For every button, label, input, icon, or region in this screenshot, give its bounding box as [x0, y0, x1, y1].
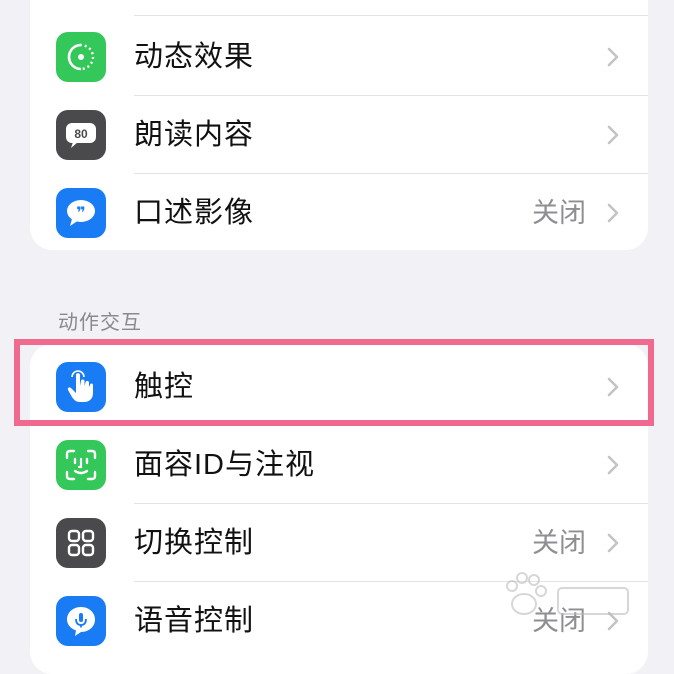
chevron-right-icon: [607, 125, 619, 145]
touch-hand-icon: [56, 362, 106, 412]
switch-control-icon: [56, 518, 106, 568]
voice-control-icon: [56, 596, 106, 646]
row-spoken-content[interactable]: 80 朗读内容: [30, 96, 648, 174]
row-touch[interactable]: 触控: [30, 348, 648, 426]
accessibility-vision-group: 动态效果 80 朗读内容 ❞ 口述影像 关闭: [30, 0, 648, 250]
row-motion[interactable]: 动态效果: [30, 18, 648, 96]
svg-text:❞: ❞: [76, 203, 85, 222]
row-label: 触控: [134, 371, 195, 403]
row-face-id-attention[interactable]: 面容ID与注视: [30, 426, 648, 504]
audio-description-icon: ❞: [56, 188, 106, 238]
motion-icon: [56, 32, 106, 82]
separator: [134, 15, 648, 16]
face-id-icon: [56, 440, 106, 490]
row-label: 口述影像: [134, 197, 255, 229]
row-label: 切换控制: [134, 527, 255, 559]
row-label: 语音控制: [134, 605, 255, 637]
settings-screen: 动态效果 80 朗读内容 ❞ 口述影像 关闭 动作交互 触控 面容ID与注视 切…: [0, 0, 674, 674]
chevron-right-icon: [607, 455, 619, 475]
row-label: 动态效果: [134, 41, 255, 73]
chevron-right-icon: [607, 533, 619, 553]
svg-text:80: 80: [74, 127, 88, 141]
spoken-content-icon: 80: [56, 110, 106, 160]
row-value: 关闭: [532, 198, 586, 228]
row-label: 面容ID与注视: [134, 449, 316, 481]
chevron-right-icon: [607, 47, 619, 67]
watermark-logo: [506, 572, 629, 615]
row-audio-description[interactable]: ❞ 口述影像 关闭: [30, 174, 648, 250]
section-header: 动作交互: [58, 312, 142, 334]
chevron-right-icon: [607, 203, 619, 223]
chevron-right-icon: [607, 377, 619, 397]
row-label: 朗读内容: [134, 119, 255, 151]
